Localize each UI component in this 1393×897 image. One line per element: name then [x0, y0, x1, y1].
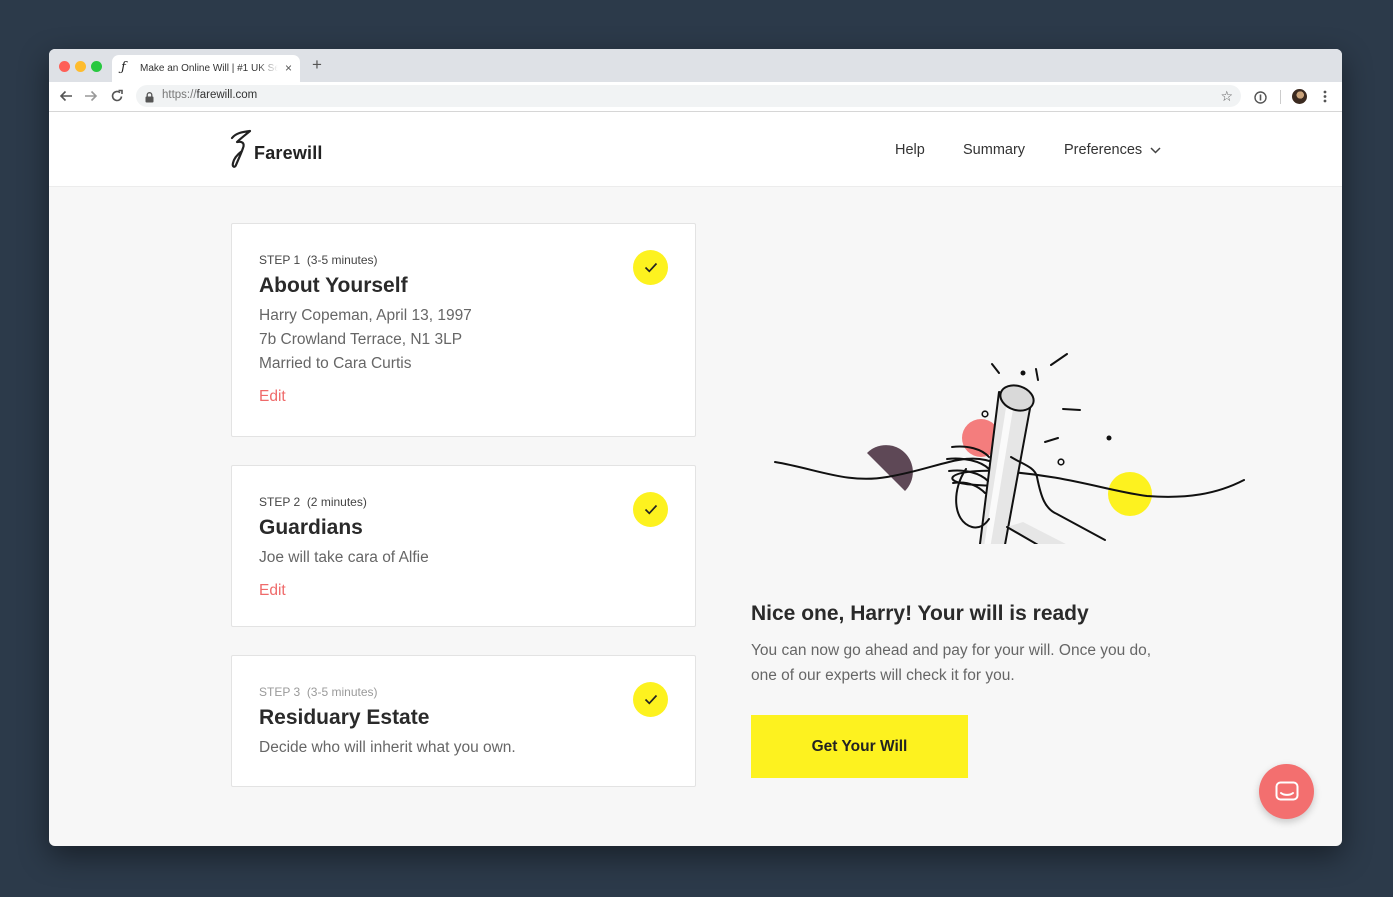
chat-icon: [1275, 781, 1298, 800]
tab-title: Make an Online Will | #1 UK Service: [140, 63, 278, 74]
reload-icon[interactable]: [106, 85, 128, 107]
farewill-logo[interactable]: Farewill: [230, 129, 323, 169]
browser-toolbar: https://farewill.com ☆: [49, 82, 1342, 112]
tab-close-icon[interactable]: ×: [285, 61, 292, 75]
forward-icon[interactable]: [80, 85, 102, 107]
menu-kebab-icon[interactable]: [1323, 90, 1327, 108]
step-detail-marital-status: Married to Cara Curtis: [259, 355, 412, 372]
favicon-icon: ƒ: [121, 60, 126, 75]
celebration-illustration: [774, 353, 1245, 544]
check-icon: [644, 262, 657, 273]
step-complete-badge: [633, 492, 668, 527]
spark-dot: [1020, 370, 1026, 376]
nav-preferences-dropdown[interactable]: Preferences: [1064, 142, 1161, 158]
toolbar-divider: [1280, 90, 1281, 104]
step-complete-badge: [633, 682, 668, 717]
bookmark-star-icon[interactable]: ☆: [1220, 88, 1233, 104]
nav-preferences-label: Preferences: [1064, 142, 1143, 158]
check-icon: [644, 504, 657, 515]
step-label: STEP 3 (3-5 minutes): [259, 685, 378, 699]
edit-about-yourself-link[interactable]: Edit: [259, 388, 286, 406]
check-icon: [644, 694, 657, 705]
step-detail-name: Harry Copeman, April 13, 1997: [259, 307, 472, 324]
arm-shadow: [1007, 522, 1066, 544]
step-title: Residuary Estate: [259, 706, 430, 729]
logo-mark-icon: [230, 129, 252, 168]
browser-tab[interactable]: ƒ Make an Online Will | #1 UK Service ×: [112, 55, 300, 82]
spark-ring: [1057, 458, 1065, 466]
half-circle-shape: [867, 445, 913, 491]
step-card-guardians: STEP 2 (2 minutes) Guardians Joe will ta…: [231, 465, 696, 627]
spark-dot: [1106, 435, 1112, 441]
close-window-button[interactable]: [59, 61, 70, 72]
step-card-residuary-estate[interactable]: STEP 3 (3-5 minutes) Residuary Estate De…: [231, 655, 696, 787]
back-icon[interactable]: [55, 85, 77, 107]
spark-ring: [981, 410, 989, 418]
logo-text: Farewill: [254, 143, 323, 163]
extension-icon[interactable]: [1254, 91, 1267, 109]
step-complete-badge: [633, 250, 668, 285]
step-label: STEP 2 (2 minutes): [259, 495, 367, 509]
nav-help-link[interactable]: Help: [895, 142, 925, 158]
step-title: About Yourself: [259, 274, 408, 297]
new-tab-button[interactable]: +: [312, 55, 322, 75]
step-title: Guardians: [259, 516, 363, 539]
tab-bar: ƒ Make an Online Will | #1 UK Service × …: [49, 49, 1342, 82]
step-detail-description: Decide who will inherit what you own.: [259, 739, 516, 756]
address-bar[interactable]: https://farewill.com ☆: [136, 85, 1241, 107]
profile-avatar[interactable]: [1292, 89, 1307, 104]
nav-summary-link[interactable]: Summary: [963, 142, 1025, 158]
ready-description: You can now go ahead and pay for your wi…: [751, 642, 1152, 684]
edit-guardians-link[interactable]: Edit: [259, 582, 286, 600]
chevron-down-icon: [1150, 147, 1161, 154]
step-label: STEP 1 (3-5 minutes): [259, 253, 378, 267]
lock-icon: [145, 90, 154, 108]
site-header: Farewill Help Summary Preferences: [49, 112, 1342, 187]
get-your-will-button[interactable]: Get Your Will: [751, 715, 968, 778]
step-detail-guardian: Joe will take cara of Alfie: [259, 549, 429, 566]
browser-window: ƒ Make an Online Will | #1 UK Service × …: [49, 49, 1342, 846]
step-detail-address: 7b Crowland Terrace, N1 3LP: [259, 331, 463, 348]
step-card-about-yourself: STEP 1 (3-5 minutes) About Yourself Harr…: [231, 223, 696, 437]
url-text: https://farewill.com: [162, 89, 258, 101]
chat-launcher-button[interactable]: [1259, 764, 1314, 819]
maximize-window-button[interactable]: [91, 61, 102, 72]
ready-heading: Nice one, Harry! Your will is ready: [751, 602, 1089, 625]
minimize-window-button[interactable]: [75, 61, 86, 72]
